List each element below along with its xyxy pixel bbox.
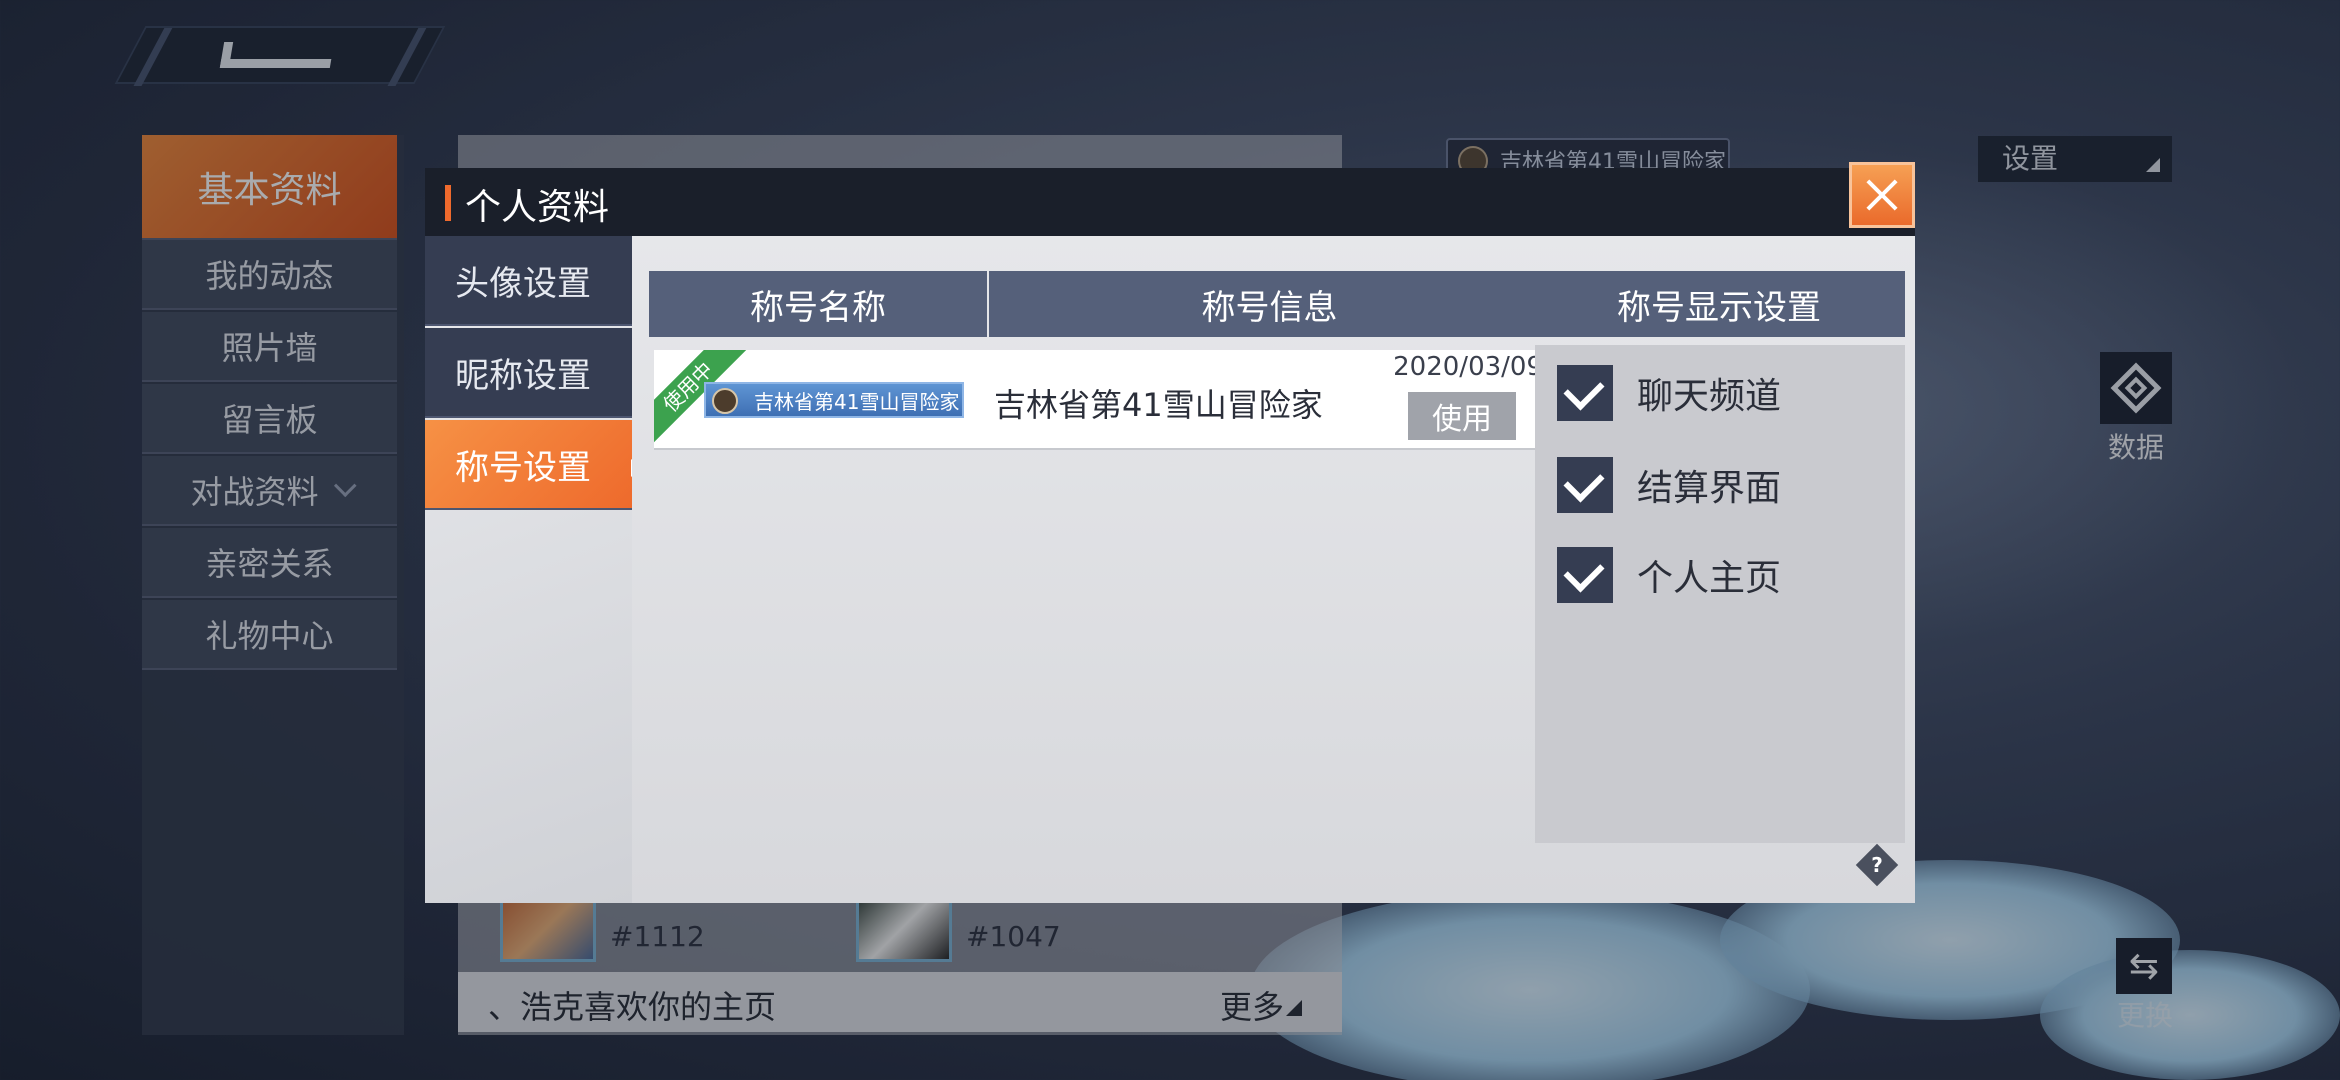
option-personal-homepage[interactable]: 个人主页 xyxy=(1557,547,1781,603)
title-badge: 吉林省第41雪山冒险家 xyxy=(704,382,964,418)
col-header-title-info: 称号信息 xyxy=(989,271,1550,337)
close-button[interactable] xyxy=(1849,162,1915,228)
title-date: 2020/03/09 xyxy=(1393,352,1543,382)
checkbox[interactable] xyxy=(1557,457,1613,513)
avatar xyxy=(712,388,738,414)
option-settlement-screen[interactable]: 结算界面 xyxy=(1557,457,1781,513)
checkbox[interactable] xyxy=(1557,365,1613,421)
check-icon xyxy=(1563,369,1605,411)
modal-tab-list: 头像设置 昵称设置 称号设置 xyxy=(425,236,641,903)
option-chat-channel[interactable]: 聊天频道 xyxy=(1557,365,1781,421)
col-header-display-settings: 称号显示设置 xyxy=(1533,271,1905,337)
title-info: 吉林省第41雪山冒险家 xyxy=(994,386,1323,424)
check-icon xyxy=(1563,461,1605,503)
help-icon[interactable]: ? xyxy=(1855,843,1899,887)
tab-title-settings[interactable]: 称号设置 xyxy=(425,420,641,510)
modal-header: 个人资料 xyxy=(425,168,1915,236)
table-row[interactable]: 使用中 吉林省第41雪山冒险家 吉林省第41雪山冒险家 2020/03/09 使… xyxy=(654,350,1551,450)
check-icon xyxy=(1563,551,1605,593)
checkbox[interactable] xyxy=(1557,547,1613,603)
use-button[interactable]: 使用 xyxy=(1408,392,1516,440)
header-accent xyxy=(445,185,451,221)
tab-avatar-settings[interactable]: 头像设置 xyxy=(425,236,632,326)
tab-nickname-settings[interactable]: 昵称设置 xyxy=(425,328,632,418)
display-settings-panel: 聊天频道 结算界面 个人主页 xyxy=(1535,345,1905,843)
col-header-title-name: 称号名称 xyxy=(649,271,987,337)
modal-title: 个人资料 xyxy=(465,187,610,228)
